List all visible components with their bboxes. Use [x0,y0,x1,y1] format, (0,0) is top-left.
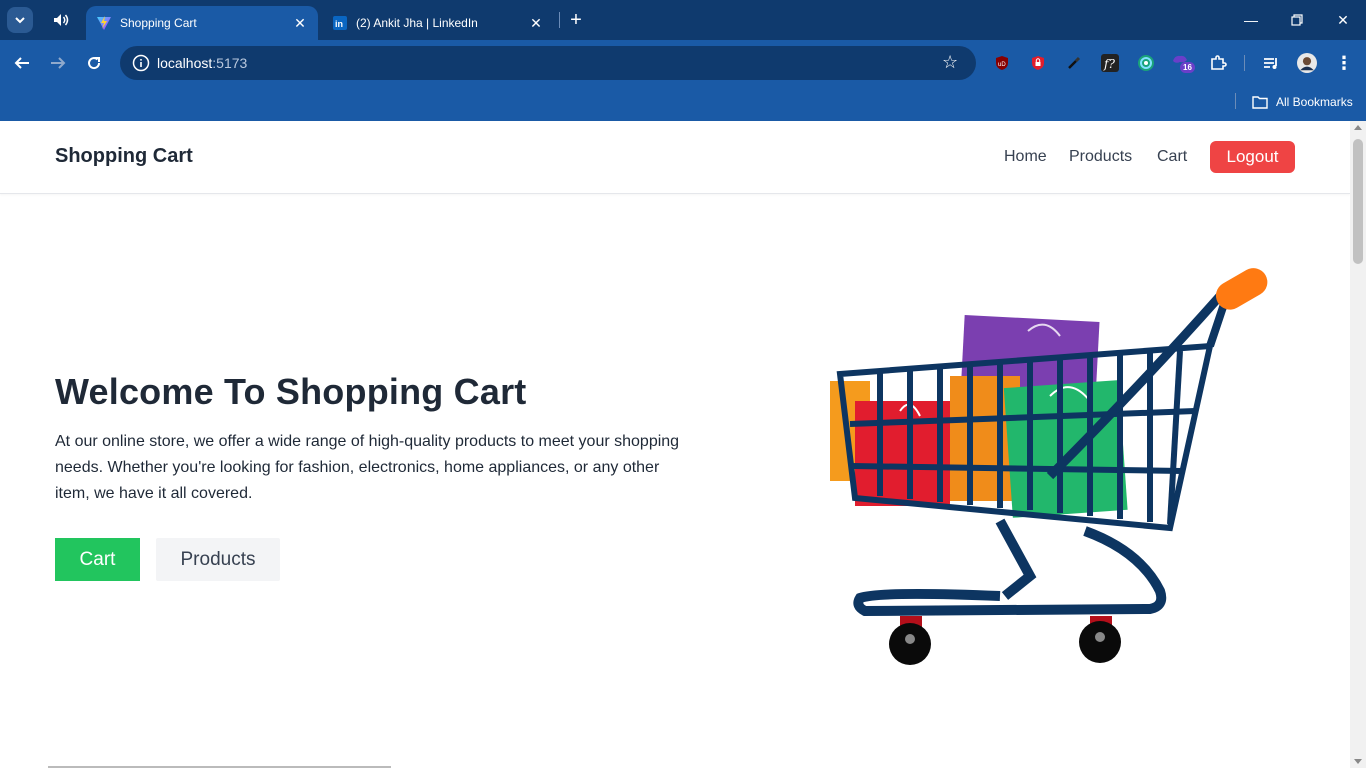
tab-search-button[interactable] [7,7,33,33]
nav-link-cart[interactable]: Cart [1157,148,1187,166]
tab-shopping-cart[interactable]: Shopping Cart ✕ [86,6,318,40]
extension-badge-icon[interactable]: 16 [1172,53,1198,73]
eyedropper-icon[interactable] [1064,53,1084,73]
browser-toolbar: localhost:5173 ☆ uD f? 16 ⋮ [0,40,1366,86]
vite-icon [96,15,112,31]
cart-button[interactable]: Cart [55,538,140,581]
page-viewport: Shopping Cart Home Products Cart Logout … [0,121,1350,768]
new-tab-button[interactable]: + [566,10,586,30]
ublock-icon[interactable]: uD [992,53,1012,73]
svg-text:in: in [335,19,343,29]
tab-separator [559,12,560,28]
url-text: localhost:5173 [157,55,248,71]
close-icon[interactable]: ✕ [292,15,308,31]
site-brand[interactable]: Shopping Cart [55,145,193,168]
media-controls-icon[interactable] [1261,53,1281,73]
restore-icon[interactable] [1287,10,1307,30]
nav-link-products[interactable]: Products [1069,148,1132,166]
site-info-icon[interactable] [132,54,150,72]
close-window-icon[interactable]: ✕ [1333,10,1353,30]
svg-text:uD: uD [998,62,1006,68]
speaker-icon[interactable] [52,11,70,29]
font-finder-icon[interactable]: f? [1100,53,1120,73]
all-bookmarks-label: All Bookmarks [1276,95,1353,109]
bookmark-star-icon[interactable]: ☆ [942,52,962,72]
nav-link-home[interactable]: Home [1004,148,1047,166]
tab-title: Shopping Cart [120,16,197,30]
address-bar[interactable]: localhost:5173 ☆ [120,46,976,80]
forward-icon[interactable] [47,52,69,74]
products-button[interactable]: Products [156,538,280,581]
all-bookmarks-button[interactable]: All Bookmarks [1252,92,1353,112]
extensions-puzzle-icon[interactable] [1208,53,1228,73]
scroll-up-icon[interactable] [1354,125,1362,130]
tab-title: (2) Ankit Jha | LinkedIn [356,16,478,30]
close-icon[interactable]: ✕ [528,15,544,31]
svg-text:f?: f? [1103,57,1115,71]
scroll-thumb[interactable] [1353,139,1363,264]
toolbar-separator [1244,55,1245,71]
linkedin-icon: in [332,15,348,31]
bookmarks-bar: All Bookmarks [0,86,1366,121]
hero-title: Welcome To Shopping Cart [55,371,527,412]
tab-strip: Shopping Cart ✕ in (2) Ankit Jha | Linke… [0,0,1366,40]
menu-kebab-icon[interactable]: ⋮ [1334,53,1354,73]
bookmarks-separator [1235,93,1236,109]
tab-linkedin[interactable]: in (2) Ankit Jha | LinkedIn ✕ [322,6,554,40]
lock-extension-icon[interactable] [1028,53,1048,73]
site-navbar: Shopping Cart Home Products Cart Logout [0,121,1350,194]
folder-icon [1252,96,1268,109]
logout-button[interactable]: Logout [1210,141,1295,173]
chevron-down-icon [15,17,25,24]
extension-badge: 16 [1180,62,1195,73]
avatar[interactable] [1297,53,1317,73]
shopping-cart-illustration [830,268,1268,665]
scroll-down-icon[interactable] [1354,759,1362,764]
target-extension-icon[interactable] [1136,53,1156,73]
back-icon[interactable] [11,52,33,74]
reload-icon[interactable] [83,52,105,74]
hero-description: At our online store, we offer a wide ran… [55,433,680,502]
page-scrollbar[interactable] [1350,121,1366,768]
minimize-icon[interactable]: — [1241,10,1261,30]
